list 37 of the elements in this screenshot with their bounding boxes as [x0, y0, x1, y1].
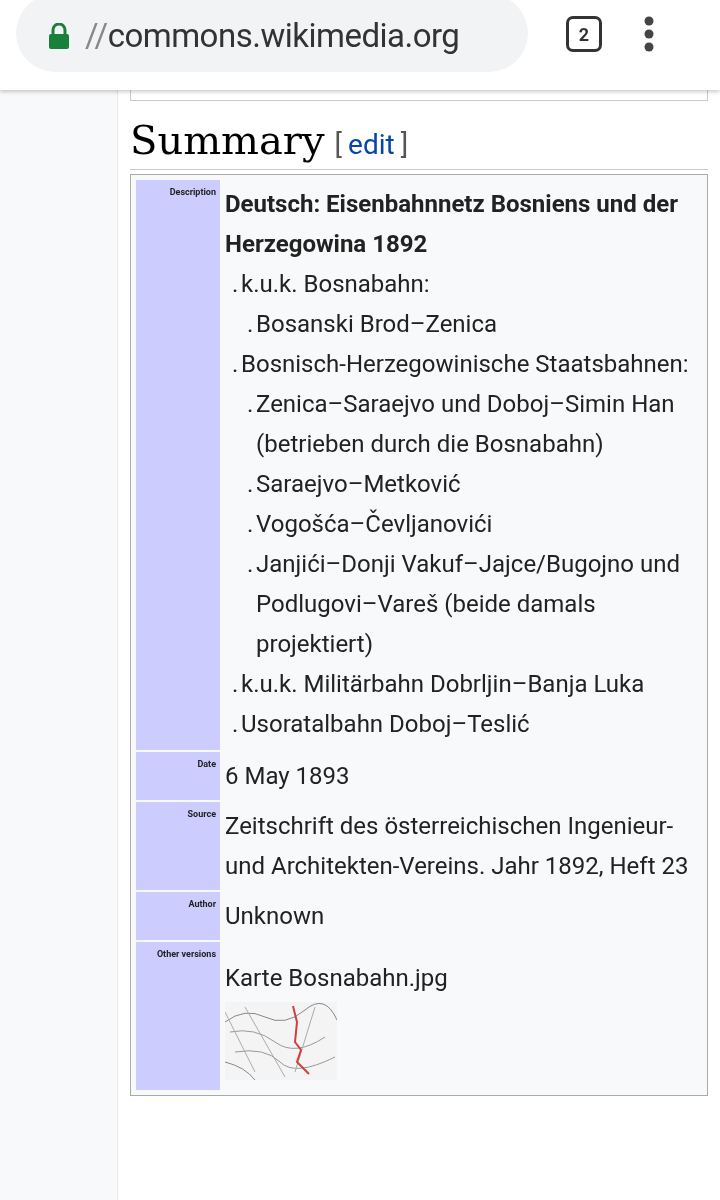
field-value: Unknown	[225, 901, 326, 932]
bullet-icon: .	[232, 664, 241, 704]
menu-icon[interactable]	[644, 16, 654, 52]
section-title: Summary	[130, 116, 325, 165]
list-item: Usoratalbahn Doboj–Teslić	[241, 709, 530, 740]
field-value: Zeitschrift des österreichischen Ingenieur- und Architekten-Vereins. Jahr 1892, Heft 23	[225, 811, 690, 882]
lock-icon	[48, 23, 70, 49]
bullet-icon: .	[247, 504, 256, 544]
bracket: [	[334, 127, 343, 163]
bullet-icon: .	[232, 704, 241, 744]
bullet-icon: .	[232, 264, 241, 304]
tab-count-button[interactable]: 2	[566, 16, 602, 52]
file-link[interactable]: Karte Bosnabahn.jpg	[225, 964, 448, 992]
list-item: k.u.k. Bosnabahn:	[241, 269, 430, 300]
list-item: Saraejvo–Metković	[256, 469, 461, 500]
list-item: Vogošća–Čevljanovići	[256, 508, 493, 540]
edit-link[interactable]: edit	[348, 124, 395, 166]
field-label: Other versions	[136, 942, 220, 1090]
list-item: Zenica–Saraejvo und Doboj–Simin Han (betrieben durch die Bosnabahn)	[256, 389, 676, 460]
bullet-icon: .	[247, 544, 256, 664]
list-item: k.u.k. Militärbahn Dobrljin–Banja Luka	[241, 669, 645, 700]
bullet-icon: .	[247, 304, 256, 344]
field-label: Author	[136, 892, 220, 940]
address-bar[interactable]: //commons.wikimedia.org	[16, 0, 528, 72]
field-label: Description	[136, 180, 220, 750]
list-item: Janjići–Donji Vakuf–Jajce/Bugojno und Podlugovi–Vareš (beide damals projektiert)	[256, 549, 682, 660]
bullet-icon: .	[232, 344, 241, 384]
bullet-icon: .	[247, 384, 256, 464]
field-label: Source	[136, 802, 220, 890]
list-item: Bosanski Brod–Zenica	[256, 309, 498, 340]
field-label: Date	[136, 752, 220, 800]
bracket: ]	[400, 127, 409, 163]
field-value: 6 May 1893	[225, 761, 351, 792]
list-item: Bosnisch-Herzegowinische Staatsbahnen:	[241, 349, 689, 380]
bullet-icon: .	[247, 464, 256, 504]
url-prefix: //	[85, 16, 108, 56]
url-text: commons.wikimedia.org	[107, 16, 460, 56]
